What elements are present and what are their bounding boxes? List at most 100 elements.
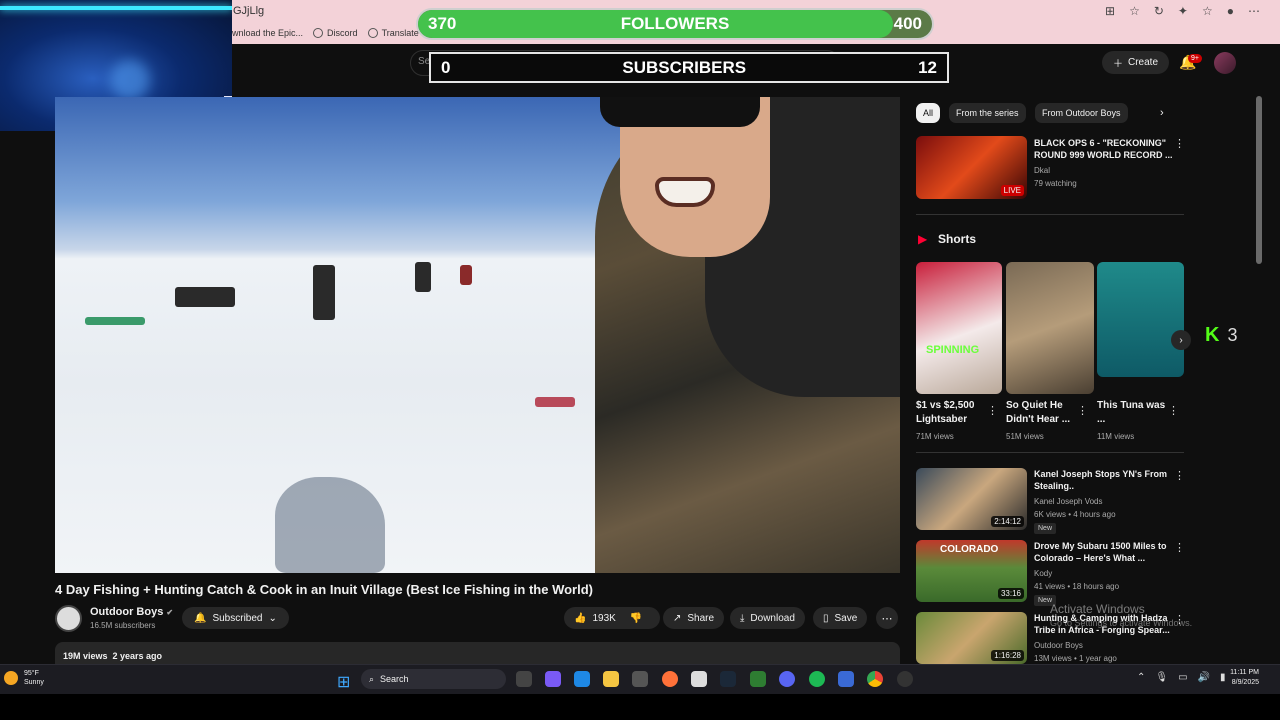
- system-tray: ⌃ 🎙 ▭ 🔊 ▮: [1137, 672, 1226, 683]
- more-actions-button[interactable]: ⋯: [876, 607, 898, 629]
- activate-windows-title: Activate Windows: [1050, 602, 1145, 616]
- firefox-icon[interactable]: [662, 671, 678, 687]
- more-vert-icon[interactable]: ⋮: [1174, 137, 1185, 150]
- spotify-icon[interactable]: [809, 671, 825, 687]
- short-views: 51M views: [1006, 432, 1044, 441]
- like-button[interactable]: 👍 193K 👎: [564, 607, 660, 629]
- share-button[interactable]: ↗ Share: [663, 607, 725, 629]
- app-icon[interactable]: [750, 671, 766, 687]
- save-button[interactable]: ▯ Save: [813, 607, 868, 629]
- windows-start-icon[interactable]: ⊞: [337, 672, 350, 692]
- more-vert-icon[interactable]: ⋮: [1168, 404, 1179, 417]
- short-title[interactable]: $1 vs $2,500 Lightsaber: [916, 399, 986, 427]
- chip-from-series[interactable]: From the series: [949, 103, 1026, 123]
- bookmark-translate[interactable]: Translate: [367, 28, 419, 38]
- video-thumbnail[interactable]: 2:14:12: [916, 468, 1027, 530]
- clock[interactable]: 11:11 PM 8/9/2025: [1219, 668, 1259, 688]
- chrome-icon[interactable]: [867, 671, 883, 687]
- video-thumbnail[interactable]: LIVE: [916, 136, 1027, 199]
- webcam-glow: [110, 60, 150, 100]
- copilot-icon[interactable]: [545, 671, 561, 687]
- channel-subscribers: 16.5M subscribers: [90, 621, 156, 630]
- network-icon[interactable]: ▭: [1178, 672, 1187, 683]
- rec-channel[interactable]: Dkal: [1034, 165, 1050, 177]
- create-button[interactable]: ＋ Create: [1102, 51, 1170, 74]
- download-button[interactable]: ⤓ Download: [730, 607, 805, 629]
- bookmark-label: Discord: [327, 28, 358, 38]
- chevron-right-icon[interactable]: ›: [1160, 107, 1164, 119]
- short-title[interactable]: So Quiet He Didn't Hear ...: [1006, 399, 1076, 427]
- chevron-right-icon[interactable]: ›: [1171, 330, 1191, 350]
- rec-title[interactable]: BLACK OPS 6 - "RECKONING" ROUND 999 WORL…: [1034, 137, 1174, 161]
- rec-title[interactable]: Kanel Joseph Stops YN's From Stealing..: [1034, 468, 1174, 492]
- video-thumbnail[interactable]: 1:16:28: [916, 612, 1027, 664]
- address-bar[interactable]: GJjLlg: [233, 5, 264, 17]
- verified-icon: ✔: [166, 608, 174, 617]
- divider: [916, 214, 1184, 215]
- microphone-icon[interactable]: 🎙: [1155, 672, 1168, 683]
- like-count: 193K: [592, 612, 616, 624]
- menu-icon[interactable]: ⋯: [1248, 4, 1260, 18]
- new-badge: New: [1034, 523, 1057, 534]
- star-icon[interactable]: ☆: [1129, 4, 1140, 18]
- profile-icon[interactable]: ●: [1227, 4, 1234, 18]
- more-vert-icon[interactable]: ⋮: [1174, 541, 1185, 554]
- task-view-icon[interactable]: [516, 671, 532, 687]
- bookmark-epic[interactable]: wnload the Epic...: [232, 28, 303, 38]
- bookmark-label: wnload the Epic...: [232, 28, 304, 38]
- short-thumbnail[interactable]: [1097, 262, 1184, 377]
- video-player[interactable]: [55, 97, 900, 573]
- video-title: 4 Day Fishing + Hunting Catch & Cook in …: [55, 582, 593, 597]
- app-icon[interactable]: [691, 671, 707, 687]
- search-icon: ⌕: [369, 673, 375, 684]
- short-thumbnail[interactable]: [1006, 262, 1094, 394]
- chip-from-outdoor-boys[interactable]: From Outdoor Boys: [1035, 103, 1128, 123]
- chip-all[interactable]: All: [916, 103, 941, 123]
- favorites-icon[interactable]: ☆: [1202, 4, 1213, 18]
- sled: [85, 317, 145, 325]
- video-duration: 2:14:12: [991, 516, 1024, 527]
- rec-channel[interactable]: Kanel Joseph Vods: [1034, 496, 1103, 508]
- taskbar-search[interactable]: ⌕ Search: [361, 669, 506, 689]
- short-thumbnail[interactable]: SPINNING: [916, 262, 1002, 394]
- steam-icon[interactable]: [720, 671, 736, 687]
- bookmark-discord[interactable]: Discord: [313, 28, 358, 38]
- store-icon[interactable]: [632, 671, 648, 687]
- weather-widget[interactable]: 95°F Sunny: [4, 669, 44, 687]
- refresh-icon[interactable]: ↻: [1154, 4, 1164, 18]
- bell-icon: 🔔: [194, 612, 207, 624]
- rec-title[interactable]: Drove My Subaru 1500 Miles to Colorado –…: [1034, 540, 1174, 564]
- notification-badge: 9+: [1188, 54, 1202, 63]
- volume-icon[interactable]: 🔊: [1198, 672, 1210, 683]
- rec-channel[interactable]: Outdoor Boys: [1034, 640, 1083, 652]
- puzzle-icon[interactable]: ✦: [1178, 4, 1188, 18]
- app-icon[interactable]: [838, 671, 854, 687]
- more-vert-icon[interactable]: ⋮: [987, 404, 998, 417]
- short-title[interactable]: This Tuna was ...: [1097, 399, 1167, 427]
- rec-channel[interactable]: Kody: [1034, 568, 1052, 580]
- scrollbar[interactable]: [1256, 96, 1262, 264]
- video-thumbnail[interactable]: COLORADO 33:16: [916, 540, 1027, 602]
- thumb-text: COLORADO: [940, 544, 999, 555]
- followers-current: 370: [428, 14, 457, 33]
- divider: [916, 452, 1184, 453]
- file-explorer-icon[interactable]: [603, 671, 619, 687]
- thumbs-down-icon[interactable]: 👎: [630, 613, 642, 624]
- channel-name[interactable]: Outdoor Boys ✔: [90, 606, 173, 618]
- discord-icon[interactable]: [779, 671, 795, 687]
- obs-icon[interactable]: [897, 671, 913, 687]
- followers-label: FOLLOWERS: [620, 14, 730, 33]
- person-figure: [313, 265, 335, 320]
- more-vert-icon[interactable]: ⋮: [1174, 469, 1185, 482]
- extensions-icon[interactable]: ⊞: [1105, 4, 1115, 18]
- share-label: Share: [687, 612, 715, 624]
- more-vert-icon[interactable]: ⋮: [1077, 404, 1088, 417]
- description-box[interactable]: 19M views 2 years ago: [55, 642, 900, 664]
- sunglasses: [600, 97, 760, 127]
- channel-avatar[interactable]: [55, 605, 82, 632]
- avatar[interactable]: [1214, 52, 1236, 74]
- subscribed-button[interactable]: 🔔 Subscribed ⌄: [182, 607, 289, 629]
- channel-name-text: Outdoor Boys: [90, 606, 164, 618]
- edge-icon[interactable]: [574, 671, 590, 687]
- chevron-up-icon[interactable]: ⌃: [1137, 672, 1145, 683]
